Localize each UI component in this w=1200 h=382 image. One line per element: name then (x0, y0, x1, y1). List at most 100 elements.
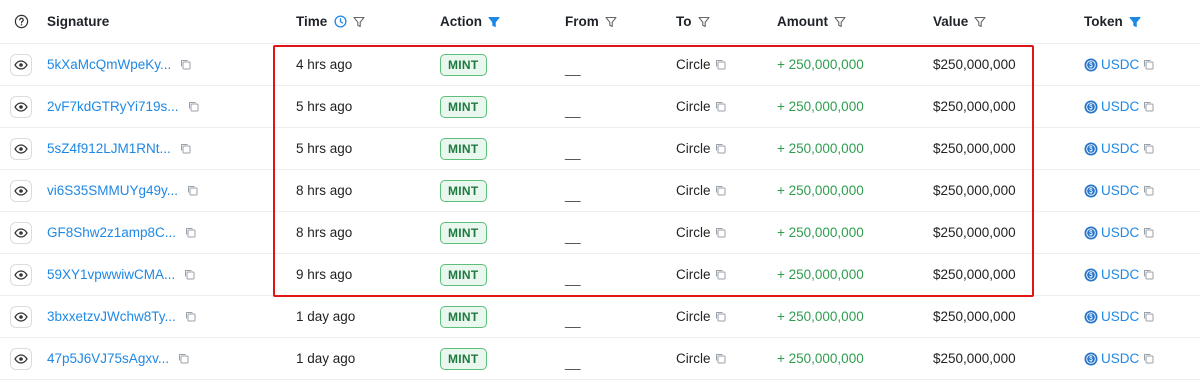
value-cell: $250,000,000 (933, 99, 1016, 114)
token-link[interactable]: USDC (1084, 141, 1139, 156)
copy-icon[interactable] (185, 311, 196, 322)
token-symbol[interactable]: USDC (1101, 183, 1139, 198)
token-link[interactable]: USDC (1084, 57, 1139, 72)
header-value[interactable]: Value (933, 0, 1083, 43)
signature-link[interactable]: 59XY1vpwwiwCMA... (47, 267, 175, 282)
time-cell: 5 hrs ago (296, 99, 353, 114)
header-time[interactable]: Time (296, 0, 436, 43)
signature-link[interactable]: GF8Shw2z1amp8C... (47, 225, 176, 240)
copy-icon[interactable] (1143, 185, 1154, 196)
token-link[interactable]: USDC (1084, 183, 1139, 198)
filter-icon[interactable] (834, 16, 846, 28)
copy-icon[interactable] (715, 227, 726, 238)
token-symbol[interactable]: USDC (1101, 225, 1139, 240)
token-symbol[interactable]: USDC (1101, 267, 1139, 282)
usdc-logo-icon (1084, 184, 1098, 198)
signature-link[interactable]: vi6S35SMMUYg49y... (47, 183, 178, 198)
copy-icon[interactable] (1143, 269, 1154, 280)
header-token[interactable]: Token (1084, 0, 1194, 43)
help-icon[interactable] (10, 0, 32, 43)
header-from[interactable]: From (565, 0, 665, 43)
token-link[interactable]: USDC (1084, 99, 1139, 114)
filter-active-icon[interactable] (488, 16, 500, 28)
filter-active-icon[interactable] (1129, 16, 1141, 28)
from-cell: __ (565, 185, 581, 202)
clock-icon[interactable] (334, 15, 347, 28)
header-amount[interactable]: Amount (777, 0, 927, 43)
filter-icon[interactable] (605, 16, 617, 28)
transactions-table: Signature Time Action From To Amount Val… (0, 0, 1200, 380)
token-link[interactable]: USDC (1084, 267, 1139, 282)
eye-icon[interactable] (10, 95, 32, 118)
token-symbol[interactable]: USDC (1101, 309, 1139, 324)
token-symbol[interactable]: USDC (1101, 57, 1139, 72)
value-cell: $250,000,000 (933, 141, 1016, 156)
to-cell[interactable]: Circle (676, 99, 711, 114)
copy-icon[interactable] (180, 59, 191, 70)
token-symbol[interactable]: USDC (1101, 99, 1139, 114)
to-cell[interactable]: Circle (676, 351, 711, 366)
eye-icon[interactable] (10, 347, 32, 370)
copy-icon[interactable] (1143, 353, 1154, 364)
signature-link[interactable]: 2vF7kdGTRyYi719s... (47, 99, 179, 114)
copy-icon[interactable] (188, 101, 199, 112)
amount-cell: + 250,000,000 (777, 351, 864, 366)
copy-icon[interactable] (184, 269, 195, 280)
eye-icon[interactable] (10, 305, 32, 328)
filter-icon[interactable] (697, 16, 710, 28)
copy-icon[interactable] (185, 227, 196, 238)
copy-icon[interactable] (715, 311, 726, 322)
to-cell[interactable]: Circle (676, 57, 711, 72)
to-cell[interactable]: Circle (676, 267, 711, 282)
usdc-logo-icon (1084, 58, 1098, 72)
copy-icon[interactable] (178, 353, 189, 364)
amount-cell: + 250,000,000 (777, 183, 864, 198)
eye-icon[interactable] (10, 263, 32, 286)
copy-icon[interactable] (715, 101, 726, 112)
signature-link[interactable]: 47p5J6VJ75sAgxv... (47, 351, 169, 366)
value-cell: $250,000,000 (933, 267, 1016, 282)
to-cell[interactable]: Circle (676, 309, 711, 324)
to-cell[interactable]: Circle (676, 141, 711, 156)
to-cell[interactable]: Circle (676, 183, 711, 198)
from-cell: __ (565, 227, 581, 244)
copy-icon[interactable] (1143, 227, 1154, 238)
copy-icon[interactable] (180, 143, 191, 154)
to-cell[interactable]: Circle (676, 225, 711, 240)
time-cell: 1 day ago (296, 309, 356, 324)
usdc-logo-icon (1084, 142, 1098, 156)
signature-link[interactable]: 5kXaMcQmWpeKy... (47, 57, 171, 72)
copy-icon[interactable] (187, 185, 198, 196)
copy-icon[interactable] (1143, 311, 1154, 322)
token-link[interactable]: USDC (1084, 225, 1139, 240)
copy-icon[interactable] (715, 353, 726, 364)
token-link[interactable]: USDC (1084, 309, 1139, 324)
time-cell: 9 hrs ago (296, 267, 353, 282)
filter-icon[interactable] (353, 16, 365, 28)
token-symbol[interactable]: USDC (1101, 141, 1139, 156)
eye-icon[interactable] (10, 179, 32, 202)
filter-icon[interactable] (974, 16, 986, 28)
from-cell: __ (565, 143, 581, 160)
header-action[interactable]: Action (440, 0, 560, 43)
copy-icon[interactable] (715, 185, 726, 196)
eye-icon[interactable] (10, 53, 32, 76)
value-cell: $250,000,000 (933, 183, 1016, 198)
token-link[interactable]: USDC (1084, 351, 1139, 366)
from-cell: __ (565, 269, 581, 286)
action-badge: MINT (440, 221, 487, 244)
signature-link[interactable]: 5sZ4f912LJM1RNt... (47, 141, 171, 156)
copy-icon[interactable] (1143, 143, 1154, 154)
signature-link[interactable]: 3bxxetzvJWchw8Ty... (47, 309, 176, 324)
header-to[interactable]: To (676, 0, 776, 43)
copy-icon[interactable] (715, 143, 726, 154)
copy-icon[interactable] (1143, 59, 1154, 70)
copy-icon[interactable] (715, 59, 726, 70)
usdc-logo-icon (1084, 352, 1098, 366)
copy-icon[interactable] (1143, 101, 1154, 112)
token-symbol[interactable]: USDC (1101, 351, 1139, 366)
eye-icon[interactable] (10, 221, 32, 244)
table-row: 2vF7kdGTRyYi719s... 5 hrs ago MINT __ Ci… (0, 86, 1200, 128)
copy-icon[interactable] (715, 269, 726, 280)
eye-icon[interactable] (10, 137, 32, 160)
